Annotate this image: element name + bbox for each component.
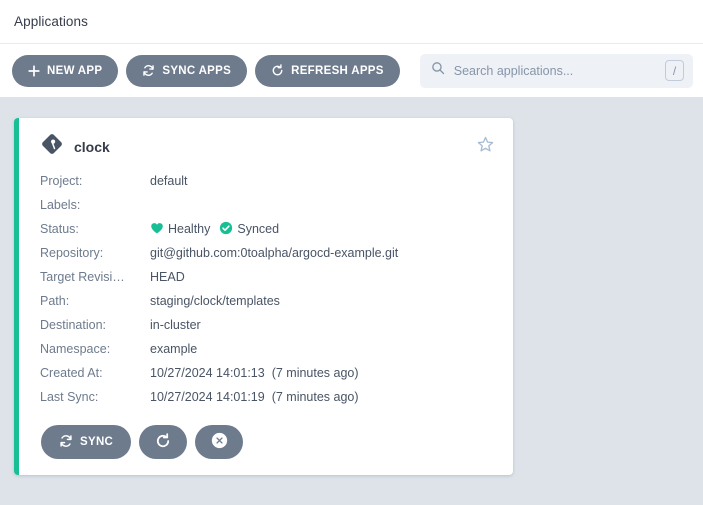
detail-row-last-sync: Last Sync: 10/27/2024 14:01:19 (7 minute…: [40, 385, 497, 409]
detail-row-destination: Destination: in-cluster: [40, 313, 497, 337]
application-card[interactable]: clock Project: default Labels: Status: H…: [14, 118, 513, 475]
sync-button[interactable]: SYNC: [41, 425, 132, 459]
sync-status-badge[interactable]: Synced: [219, 221, 279, 238]
application-card-actions: SYNC: [40, 425, 497, 459]
detail-row-labels: Labels:: [40, 193, 497, 217]
sync-icon: [59, 434, 73, 451]
search-input[interactable]: [453, 63, 656, 78]
detail-value: git@github.com:0toalpha/argocd-example.g…: [150, 246, 399, 260]
last-sync-timestamp: 10/27/2024 14:01:19: [150, 390, 265, 404]
detail-row-repository: Repository: git@github.com:0toalpha/argo…: [40, 241, 497, 265]
new-app-label: NEW APP: [47, 64, 103, 77]
created-at-timestamp: 10/27/2024 14:01:13: [150, 366, 265, 380]
applications-list: clock Project: default Labels: Status: H…: [0, 98, 703, 505]
health-status-badge[interactable]: Healthy: [150, 221, 210, 238]
applications-toolbar: NEW APP SYNC APPS REFRESH APPS Search ap…: [0, 44, 703, 98]
sync-apps-label: SYNC APPS: [162, 64, 232, 77]
detail-label: Project:: [40, 174, 83, 188]
detail-label: Created At:: [40, 366, 103, 380]
refresh-icon: [155, 432, 171, 452]
detail-value: HEAD: [150, 270, 185, 284]
sync-button-label: SYNC: [80, 436, 114, 448]
detail-value: in-cluster: [150, 318, 201, 332]
refresh-apps-button[interactable]: REFRESH APPS: [255, 54, 400, 87]
detail-label: Target Revisi…: [40, 270, 125, 284]
favorite-star-icon[interactable]: [476, 135, 495, 159]
detail-value-last-sync: 10/27/2024 14:01:19 (7 minutes ago): [150, 390, 359, 404]
application-details: Project: default Labels: Status: Healthy…: [40, 169, 497, 409]
sync-status-label: Synced: [237, 222, 280, 236]
new-app-button[interactable]: NEW APP: [12, 54, 119, 87]
page-title: Applications: [14, 14, 88, 29]
search-icon: [431, 61, 445, 80]
health-status-label: Healthy: [168, 222, 211, 236]
detail-label: Repository:: [40, 246, 104, 260]
search-box[interactable]: /: [419, 53, 693, 88]
plus-icon: [28, 64, 40, 77]
argo-app-icon: [40, 132, 64, 161]
search-shortcut-badge[interactable]: /: [665, 60, 684, 81]
detail-label: Labels:: [40, 198, 81, 212]
detail-row-namespace: Namespace: example: [40, 337, 497, 361]
detail-row-path: Path: staging/clock/templates: [40, 289, 497, 313]
heart-icon: [150, 221, 164, 238]
detail-row-target-revision: Target Revisi… HEAD: [40, 265, 497, 289]
status-badges: Healthy Synced: [150, 221, 284, 238]
detail-label: Namespace:: [40, 342, 111, 356]
detail-row-created-at: Created At: 10/27/2024 14:01:13 (7 minut…: [40, 361, 497, 385]
detail-label: Last Sync:: [40, 390, 99, 404]
application-card-header: clock: [40, 132, 497, 161]
detail-value: default: [150, 174, 188, 188]
delete-button[interactable]: [195, 425, 244, 459]
refresh-icon: [271, 64, 284, 77]
sync-icon: [142, 64, 155, 77]
close-circle-icon: [211, 432, 228, 452]
detail-label: Destination:: [40, 318, 107, 332]
page-header: Applications: [0, 0, 703, 44]
last-sync-relative: (7 minutes ago): [271, 390, 359, 404]
detail-value: staging/clock/templates: [150, 294, 280, 308]
refresh-apps-label: REFRESH APPS: [291, 64, 384, 77]
application-name: clock: [74, 138, 110, 155]
detail-value: example: [150, 342, 198, 356]
detail-row-status: Status: Healthy Synced: [40, 217, 497, 241]
detail-label: Status:: [40, 222, 79, 236]
detail-row-project: Project: default: [40, 169, 497, 193]
created-at-relative: (7 minutes ago): [271, 366, 359, 380]
sync-apps-button[interactable]: SYNC APPS: [126, 54, 248, 87]
detail-label: Path:: [40, 294, 70, 308]
detail-value-created-at: 10/27/2024 14:01:13 (7 minutes ago): [150, 366, 359, 380]
check-circle-icon: [219, 221, 233, 238]
detail-value-status: Healthy Synced: [150, 221, 284, 238]
refresh-button[interactable]: [139, 425, 188, 459]
